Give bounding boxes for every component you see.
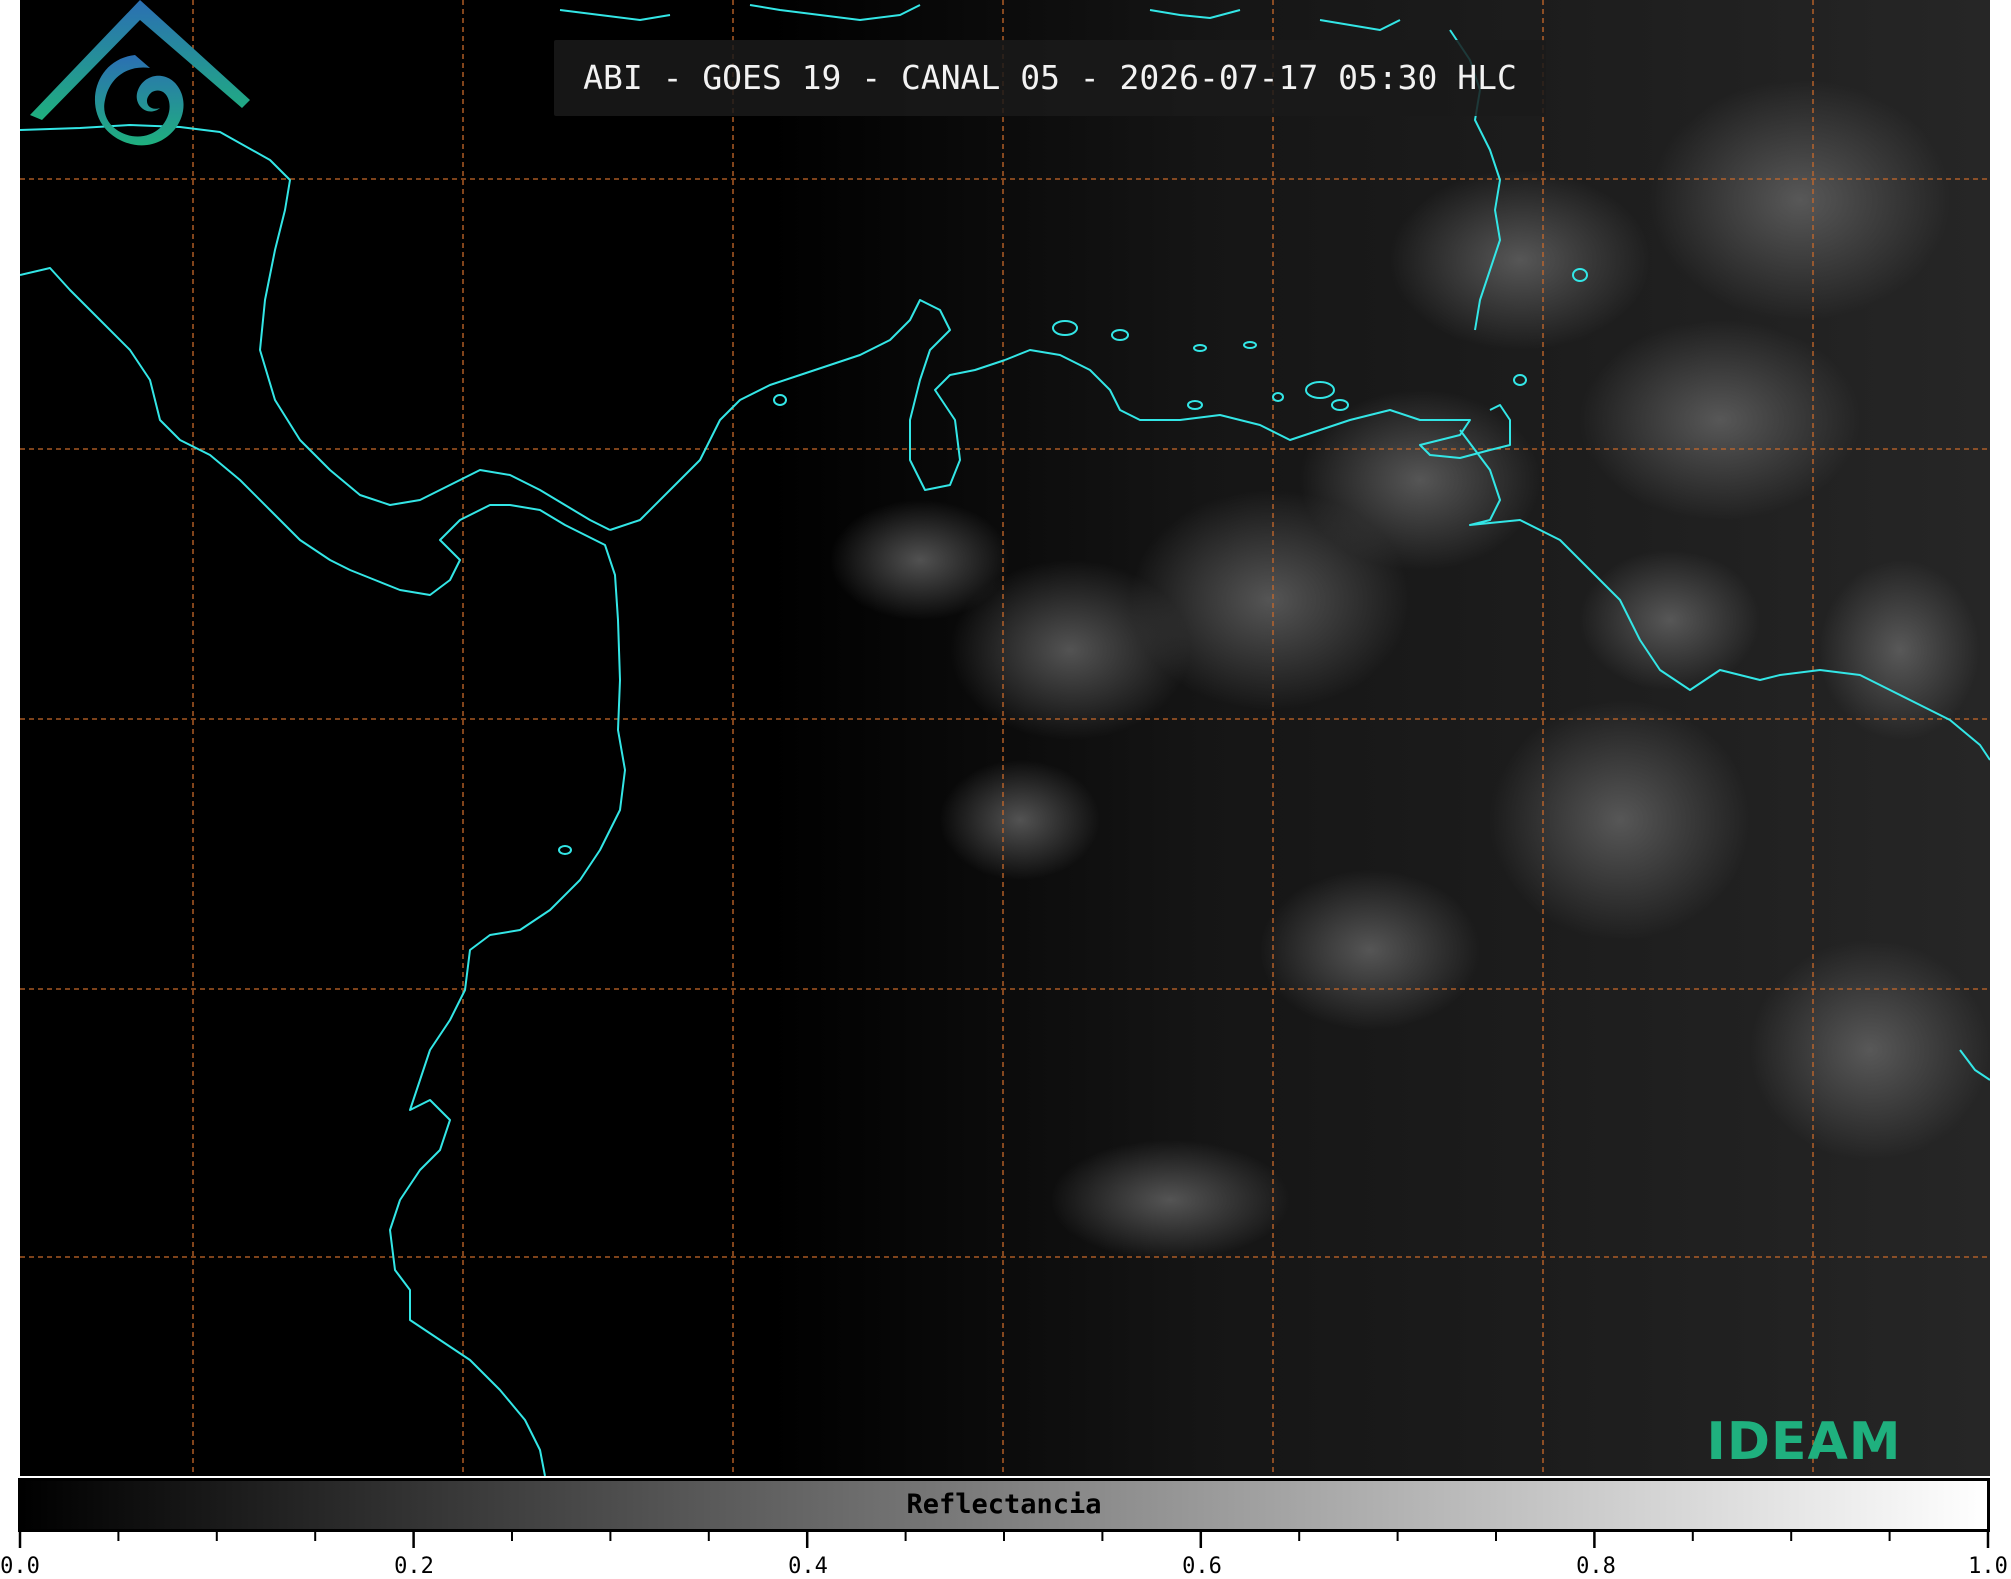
tick-label: 1.0 — [1968, 1554, 2008, 1579]
colorbar-ticks — [18, 1532, 1990, 1548]
tick-label: 0.2 — [394, 1554, 434, 1579]
tick-label: 0.8 — [1576, 1554, 1616, 1579]
tick-label: 0.6 — [1182, 1554, 1222, 1579]
tick-label: 0.4 — [788, 1554, 828, 1579]
tick-label: 0.0 — [0, 1554, 40, 1579]
